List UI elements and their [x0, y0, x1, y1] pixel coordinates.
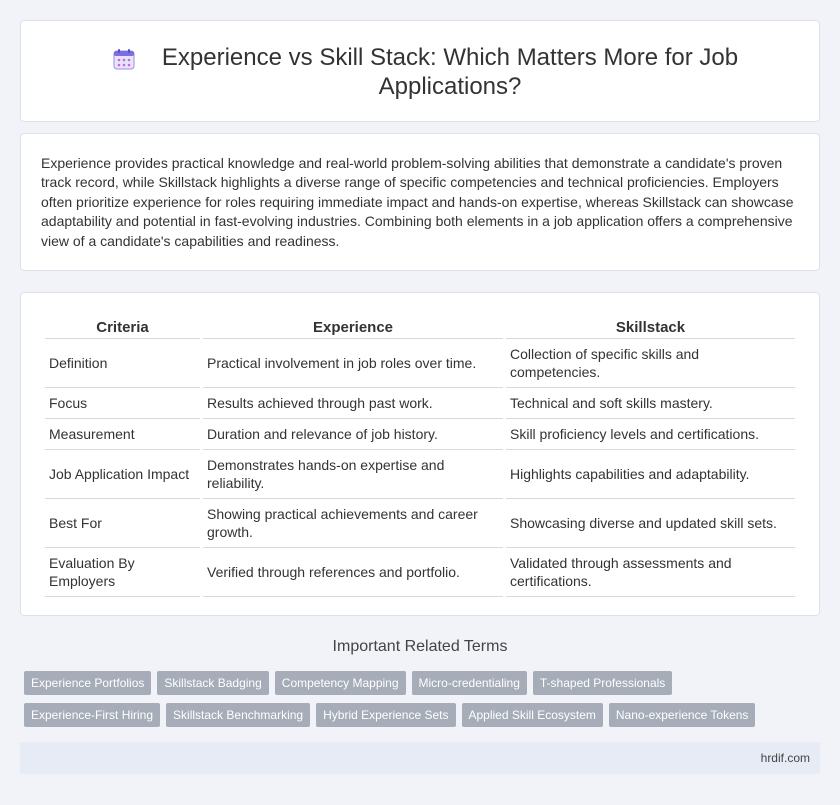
calendar-icon — [113, 49, 135, 70]
row-experience: Practical involvement in job roles over … — [203, 339, 503, 388]
tag-link[interactable]: Micro-credentialing — [411, 671, 527, 695]
row-experience: Verified through references and portfoli… — [203, 548, 503, 597]
tag-link[interactable]: Competency Mapping — [274, 671, 406, 695]
footer-site-link[interactable]: hrdif.com — [761, 751, 810, 765]
tag-link[interactable]: Nano-experience Tokens — [608, 703, 756, 727]
row-criteria: Measurement — [45, 419, 200, 450]
row-criteria: Evaluation By Employers — [45, 548, 200, 597]
row-criteria: Definition — [45, 339, 200, 388]
row-experience: Results achieved through past work. — [203, 388, 503, 419]
tag-link[interactable]: Applied Skill Ecosystem — [461, 703, 603, 727]
tag-link[interactable]: Skillstack Badging — [157, 671, 269, 695]
row-skillstack: Highlights capabilities and adaptability… — [506, 450, 795, 499]
related-terms-title: Important Related Terms — [332, 638, 508, 655]
row-experience: Demonstrates hands-on expertise and reli… — [203, 450, 503, 499]
comparison-card: Criteria Experience Skillstack Definitio… — [20, 292, 820, 616]
tag-row: Experience Portfolios Skillstack Badging… — [24, 671, 824, 695]
footer: hrdif.com — [20, 742, 820, 774]
table-row: Job Application Impact Demonstrates hand… — [45, 450, 795, 499]
intro-card: Experience provides practical knowledge … — [20, 133, 820, 271]
table-row: Definition Practical involvement in job … — [45, 339, 795, 388]
tag-link[interactable]: Experience Portfolios — [24, 671, 152, 695]
header-experience: Experience — [203, 313, 503, 339]
row-criteria: Focus — [45, 388, 200, 419]
title-card: Experience vs Skill Stack: Which Matters… — [20, 20, 820, 122]
row-criteria: Job Application Impact — [45, 450, 200, 499]
header-criteria: Criteria — [45, 313, 200, 339]
row-skillstack: Skill proficiency levels and certificati… — [506, 419, 795, 450]
row-skillstack: Technical and soft skills mastery. — [506, 388, 795, 419]
table-header-row: Criteria Experience Skillstack — [45, 313, 795, 339]
row-experience: Showing practical achievements and caree… — [203, 499, 503, 548]
comparison-table: Criteria Experience Skillstack Definitio… — [42, 313, 798, 597]
tag-link[interactable]: Hybrid Experience Sets — [316, 703, 456, 727]
tag-link[interactable]: Experience-First Hiring — [24, 703, 161, 727]
tag-row: Experience-First Hiring Skillstack Bench… — [24, 703, 824, 727]
row-criteria: Best For — [45, 499, 200, 548]
table-row: Measurement Duration and relevance of jo… — [45, 419, 795, 450]
header-skillstack: Skillstack — [506, 313, 795, 339]
related-terms-tags: Experience Portfolios Skillstack Badging… — [24, 671, 824, 735]
intro-paragraph: Experience provides practical knowledge … — [41, 155, 794, 249]
table-row: Best For Showing practical achievements … — [45, 499, 795, 548]
tag-link[interactable]: Skillstack Benchmarking — [166, 703, 311, 727]
title-wrap: Experience vs Skill Stack: Which Matters… — [21, 43, 819, 101]
row-skillstack: Validated through assessments and certif… — [506, 548, 795, 597]
table-row: Focus Results achieved through past work… — [45, 388, 795, 419]
row-skillstack: Collection of specific skills and compet… — [506, 339, 795, 388]
row-skillstack: Showcasing diverse and updated skill set… — [506, 499, 795, 548]
page-title: Experience vs Skill Stack: Which Matters… — [161, 44, 739, 100]
tag-link[interactable]: T-shaped Professionals — [532, 671, 673, 695]
table-row: Evaluation By Employers Verified through… — [45, 548, 795, 597]
row-experience: Duration and relevance of job history. — [203, 419, 503, 450]
